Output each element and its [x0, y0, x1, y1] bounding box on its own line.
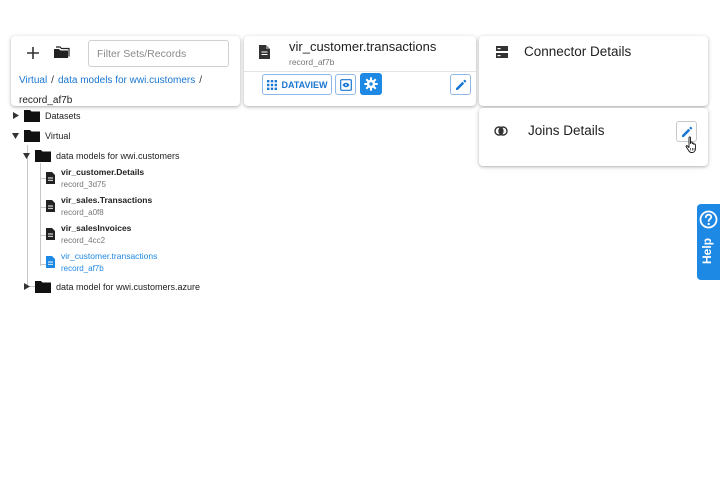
joins-icon	[494, 126, 508, 136]
joins-details-card: Joins Details	[479, 108, 708, 166]
document-icon	[46, 172, 55, 184]
document-icon	[46, 200, 55, 212]
tree-node-label: data model for wwi.customers.azure	[56, 281, 201, 292]
help-label: Help	[700, 237, 714, 264]
filter-input[interactable]	[88, 40, 229, 67]
folder-button[interactable]	[51, 43, 71, 63]
tree-node-label: Datasets	[45, 110, 81, 121]
record-title: vir_customer.transactions	[289, 39, 437, 54]
server-icon	[496, 46, 508, 58]
breadcrumb-separator: /	[51, 75, 54, 86]
preview-icon	[339, 78, 352, 91]
breadcrumb: Virtual / data models for wwi.customers / re…	[19, 71, 234, 111]
tree-node-label: Virtual	[45, 130, 71, 141]
connector-details-card: Connector Details	[479, 36, 708, 106]
breadcrumb-virtual[interactable]: Virtual	[19, 75, 47, 86]
breadcrumb-separator: /	[199, 75, 203, 86]
grid-icon	[266, 79, 277, 90]
folder-icon	[24, 130, 40, 142]
record-id: record_a0f8	[61, 208, 104, 217]
record-id: record_af7b	[61, 264, 104, 273]
record-details-card: vir_customer.transactions record_af7b DA…	[244, 36, 476, 106]
folder-icon	[24, 110, 40, 122]
record-name: vir_sales.Transactions	[61, 195, 153, 205]
tree-record-selected[interactable]: vir_customer.transactions record_af7b	[46, 251, 196, 277]
record-name: vir_customer.Details	[61, 167, 145, 177]
tree-node-label: data models for wwi.customers	[56, 150, 180, 161]
breadcrumb-current: record_af7b	[19, 95, 73, 106]
tree-node-data-models[interactable]: data models for wwi.customers	[23, 149, 180, 162]
gear-icon	[364, 77, 378, 91]
record-tree: Datasets Virtual data models for wwi.cus…	[0, 106, 240, 306]
tree-node-virtual[interactable]: Virtual	[12, 129, 70, 142]
document-icon	[46, 228, 55, 240]
record-name: vir_customer.transactions	[61, 251, 158, 261]
plus-icon	[27, 47, 39, 59]
tree-node-datasets[interactable]: Datasets	[12, 109, 81, 122]
tree-record[interactable]: vir_customer.Details record_3d75	[46, 167, 196, 193]
caret-right-icon[interactable]	[23, 283, 30, 290]
folder-icon	[35, 150, 51, 162]
caret-down-icon[interactable]	[23, 152, 30, 159]
help-tab[interactable]: Help	[697, 204, 720, 280]
document-icon	[259, 45, 270, 59]
record-browser-panel: Virtual / data models for wwi.customers / re…	[11, 36, 240, 106]
settings-button[interactable]	[360, 73, 382, 95]
joins-details-title: Joins Details	[528, 123, 605, 138]
caret-down-icon[interactable]	[12, 132, 19, 139]
hand-pointer-icon	[685, 136, 696, 153]
preview-button[interactable]	[335, 74, 356, 95]
record-id: record_af7b	[289, 57, 335, 67]
record-id: record_3d75	[61, 180, 106, 189]
dataview-label: DATAVIEW	[281, 79, 328, 90]
add-button[interactable]	[23, 43, 43, 63]
dataview-button[interactable]: DATAVIEW	[262, 74, 332, 95]
caret-right-icon[interactable]	[12, 112, 19, 119]
tree-record[interactable]: vir_salesInvoices record_4cc2	[46, 223, 196, 249]
connector-details-title: Connector Details	[524, 44, 632, 59]
tree-connector	[27, 145, 28, 286]
breadcrumb-data-models[interactable]: data models for wwi.customers	[58, 75, 195, 86]
help-circle-icon	[699, 210, 718, 229]
tree-node-azure-models[interactable]: data model for wwi.customers.azure	[23, 280, 200, 293]
edit-record-button[interactable]	[450, 74, 471, 95]
tree-record[interactable]: vir_sales.Transactions record_a0f8	[46, 195, 196, 221]
record-name: vir_salesInvoices	[61, 223, 132, 233]
folder-icon	[53, 46, 70, 58]
folder-icon	[35, 281, 51, 293]
record-id: record_4cc2	[61, 236, 106, 245]
document-icon	[46, 256, 55, 268]
pencil-icon	[455, 79, 466, 90]
divider	[244, 71, 476, 72]
